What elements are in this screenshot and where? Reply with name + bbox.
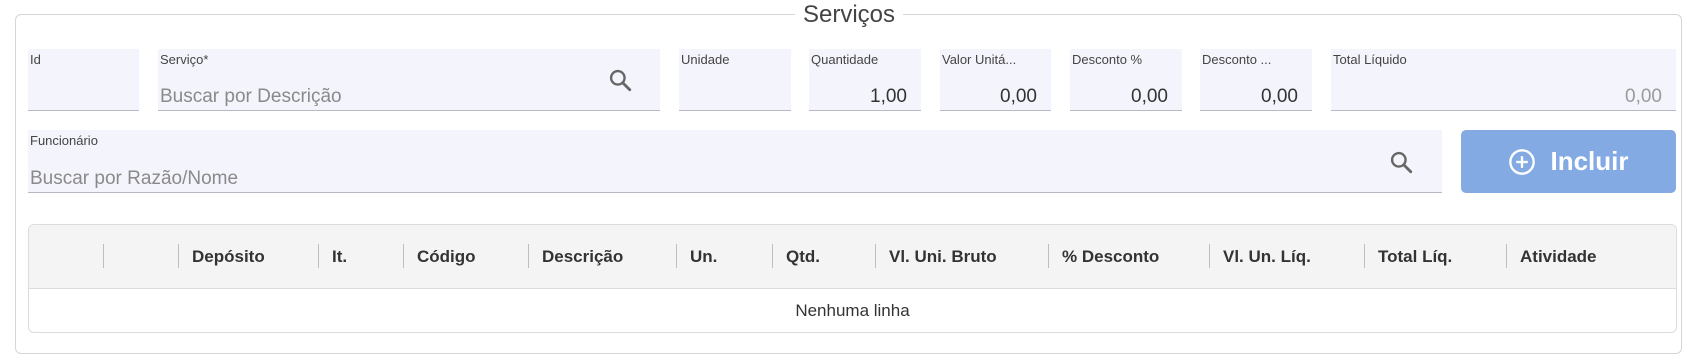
column-header-quantidade[interactable]: Qtd.	[786, 225, 820, 288]
column-separator[interactable]	[1364, 244, 1365, 268]
column-header-item[interactable]: It.	[332, 225, 347, 288]
column-header-vl-un-liq[interactable]: Vl. Un. Líq.	[1223, 225, 1311, 288]
column-separator[interactable]	[772, 244, 773, 268]
desconto-pct-field[interactable]: Desconto % 0,00	[1070, 49, 1182, 111]
column-header-total-liq[interactable]: Total Líq.	[1378, 225, 1452, 288]
unidade-field[interactable]: Unidade	[679, 49, 791, 111]
funcionario-placeholder: Buscar por Razão/Nome	[30, 168, 239, 189]
column-separator[interactable]	[403, 244, 404, 268]
search-icon[interactable]	[607, 67, 633, 93]
column-header-deposito[interactable]: Depósito	[192, 225, 265, 288]
column-separator[interactable]	[528, 244, 529, 268]
items-table: Depósito It. Código Descrição Un. Qtd. V…	[28, 224, 1677, 333]
valor-unitario-label: Valor Unitá...	[942, 52, 1017, 67]
total-liquido-label: Total Líquido	[1333, 52, 1407, 67]
funcionario-search-field[interactable]: Funcionário Buscar por Razão/Nome	[28, 130, 1442, 193]
servico-placeholder: Buscar por Descrição	[160, 86, 342, 107]
servico-search-field[interactable]: Serviço* Buscar por Descrição	[158, 49, 660, 111]
column-separator[interactable]	[1048, 244, 1049, 268]
column-header-codigo[interactable]: Código	[417, 225, 476, 288]
column-header-vl-uni-bruto[interactable]: Vl. Uni. Bruto	[889, 225, 997, 288]
column-separator[interactable]	[875, 244, 876, 268]
funcionario-label: Funcionário	[30, 133, 98, 148]
total-liquido-field: Total Líquido 0,00	[1331, 49, 1676, 111]
valor-unitario-field[interactable]: Valor Unitá... 0,00	[940, 49, 1051, 111]
desconto-valor-field[interactable]: Desconto ... 0,00	[1200, 49, 1312, 111]
quantidade-value: 1,00	[870, 86, 907, 107]
column-separator[interactable]	[318, 244, 319, 268]
servico-label: Serviço*	[160, 52, 209, 67]
desconto-pct-label: Desconto %	[1072, 52, 1143, 67]
column-header-desconto[interactable]: % Desconto	[1062, 225, 1159, 288]
incluir-label: Incluir	[1550, 146, 1629, 176]
column-header-descricao[interactable]: Descrição	[542, 225, 623, 288]
column-separator[interactable]	[676, 244, 677, 268]
quantidade-field[interactable]: Quantidade 1,00	[809, 49, 921, 111]
column-separator[interactable]	[103, 244, 104, 268]
column-separator[interactable]	[1209, 244, 1210, 268]
id-label: Id	[30, 52, 41, 67]
column-separator[interactable]	[178, 244, 179, 268]
column-header-unidade[interactable]: Un.	[690, 225, 717, 288]
plus-circle-icon	[1509, 148, 1536, 175]
total-liquido-value: 0,00	[1625, 86, 1662, 107]
column-header-atividade[interactable]: Atividade	[1520, 225, 1597, 288]
desconto-pct-value: 0,00	[1131, 86, 1168, 107]
quantidade-label: Quantidade	[811, 52, 879, 67]
table-header: Depósito It. Código Descrição Un. Qtd. V…	[29, 225, 1676, 289]
search-icon[interactable]	[1388, 149, 1414, 175]
incluir-button[interactable]: Incluir	[1461, 130, 1676, 193]
desconto-valor-label: Desconto ...	[1202, 52, 1272, 67]
column-separator[interactable]	[1506, 244, 1507, 268]
empty-table-message: Nenhuma linha	[795, 301, 910, 320]
desconto-valor-value: 0,00	[1261, 86, 1298, 107]
section-title: Serviços	[795, 0, 904, 30]
id-field[interactable]: Id	[28, 49, 139, 111]
unidade-label: Unidade	[681, 52, 730, 67]
valor-unitario-value: 0,00	[1000, 86, 1037, 107]
